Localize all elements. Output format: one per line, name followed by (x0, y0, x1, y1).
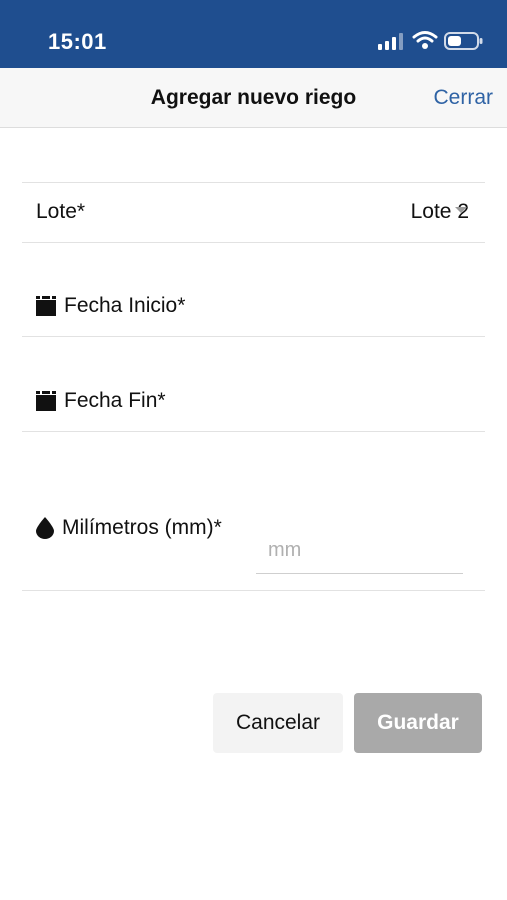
nav-bar: Agregar nuevo riego Cerrar (0, 68, 507, 128)
battery-icon (444, 32, 483, 50)
fecha-inicio-field[interactable]: Fecha Inicio* (36, 294, 185, 318)
calendar-icon (36, 296, 56, 316)
fecha-inicio-label: Fecha Inicio* (64, 294, 186, 317)
page-title: Agregar nuevo riego (150, 86, 357, 109)
divider (22, 242, 485, 243)
divider (22, 431, 485, 432)
status-bar: 15:01 (0, 0, 507, 68)
wifi-icon (412, 31, 438, 49)
milimetros-field: Milímetros (mm)* (36, 516, 222, 540)
cancel-button[interactable]: Cancelar (213, 693, 343, 753)
lote-label: Lote* (36, 200, 86, 223)
divider (22, 590, 485, 591)
fecha-fin-label: Fecha Fin* (64, 389, 166, 412)
status-time: 15:01 (48, 29, 107, 54)
calendar-icon (36, 391, 56, 411)
caret-down-icon[interactable] (455, 207, 467, 213)
milimetros-input[interactable] (256, 528, 463, 574)
divider (22, 336, 485, 337)
signal-icon (378, 33, 403, 50)
divider (22, 182, 485, 183)
milimetros-label: Milímetros (mm)* (62, 516, 222, 539)
save-button[interactable]: Guardar (354, 693, 482, 753)
close-button[interactable]: Cerrar (433, 86, 493, 110)
water-drop-icon (36, 517, 54, 539)
fecha-fin-field[interactable]: Fecha Fin* (36, 389, 166, 413)
